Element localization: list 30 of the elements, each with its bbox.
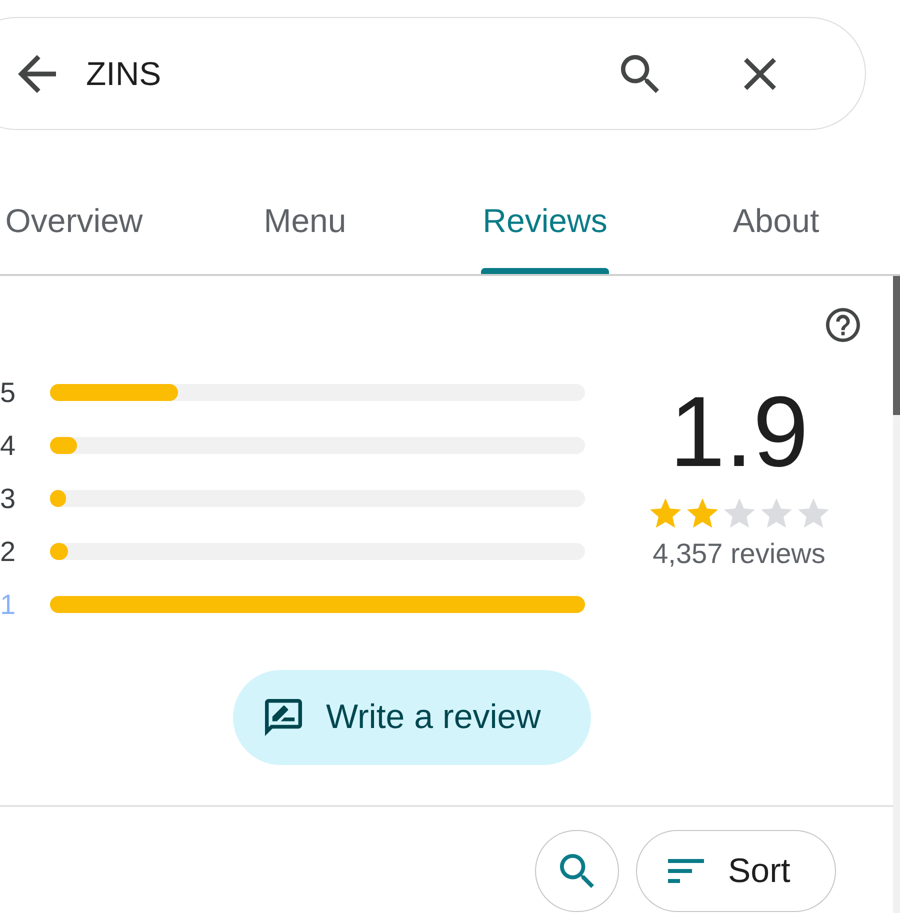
- search-icon: [621, 54, 659, 92]
- tab[interactable]: About: [706, 168, 846, 274]
- review-count: 4,357 reviews: [652, 538, 826, 570]
- rating-label: 3: [0, 484, 17, 512]
- star-icon: [724, 498, 754, 528]
- rating-value: 1.9: [669, 382, 808, 482]
- rating-label: 2: [0, 538, 17, 566]
- star-icon: [760, 498, 792, 528]
- rating-label: 1: [0, 590, 17, 618]
- help-button[interactable]: [826, 308, 860, 342]
- write-review-button[interactable]: Write a review: [233, 670, 591, 765]
- search-icon: [560, 854, 594, 888]
- rating-label: 4: [0, 432, 17, 460]
- tab[interactable]: Overview: [0, 168, 148, 274]
- help-icon: [826, 308, 860, 342]
- back-button[interactable]: [16, 52, 58, 94]
- search-reviews-button[interactable]: [535, 830, 619, 912]
- star-icon: [686, 498, 718, 528]
- search-input[interactable]: ZINS: [86, 48, 566, 98]
- sort-button[interactable]: Sort: [636, 830, 836, 912]
- rating-label: 5: [0, 378, 17, 406]
- back-arrow-icon: [18, 54, 56, 92]
- star-icon: [650, 498, 680, 528]
- speech-bubble-pencil-icon: [265, 699, 302, 736]
- tab[interactable]: Menu: [235, 168, 375, 274]
- sort-icon: [668, 859, 704, 883]
- close-icon: [744, 58, 776, 90]
- tab[interactable]: Reviews: [475, 168, 615, 274]
- star-icon: [798, 498, 828, 528]
- scrollbar-thumb[interactable]: [893, 276, 900, 415]
